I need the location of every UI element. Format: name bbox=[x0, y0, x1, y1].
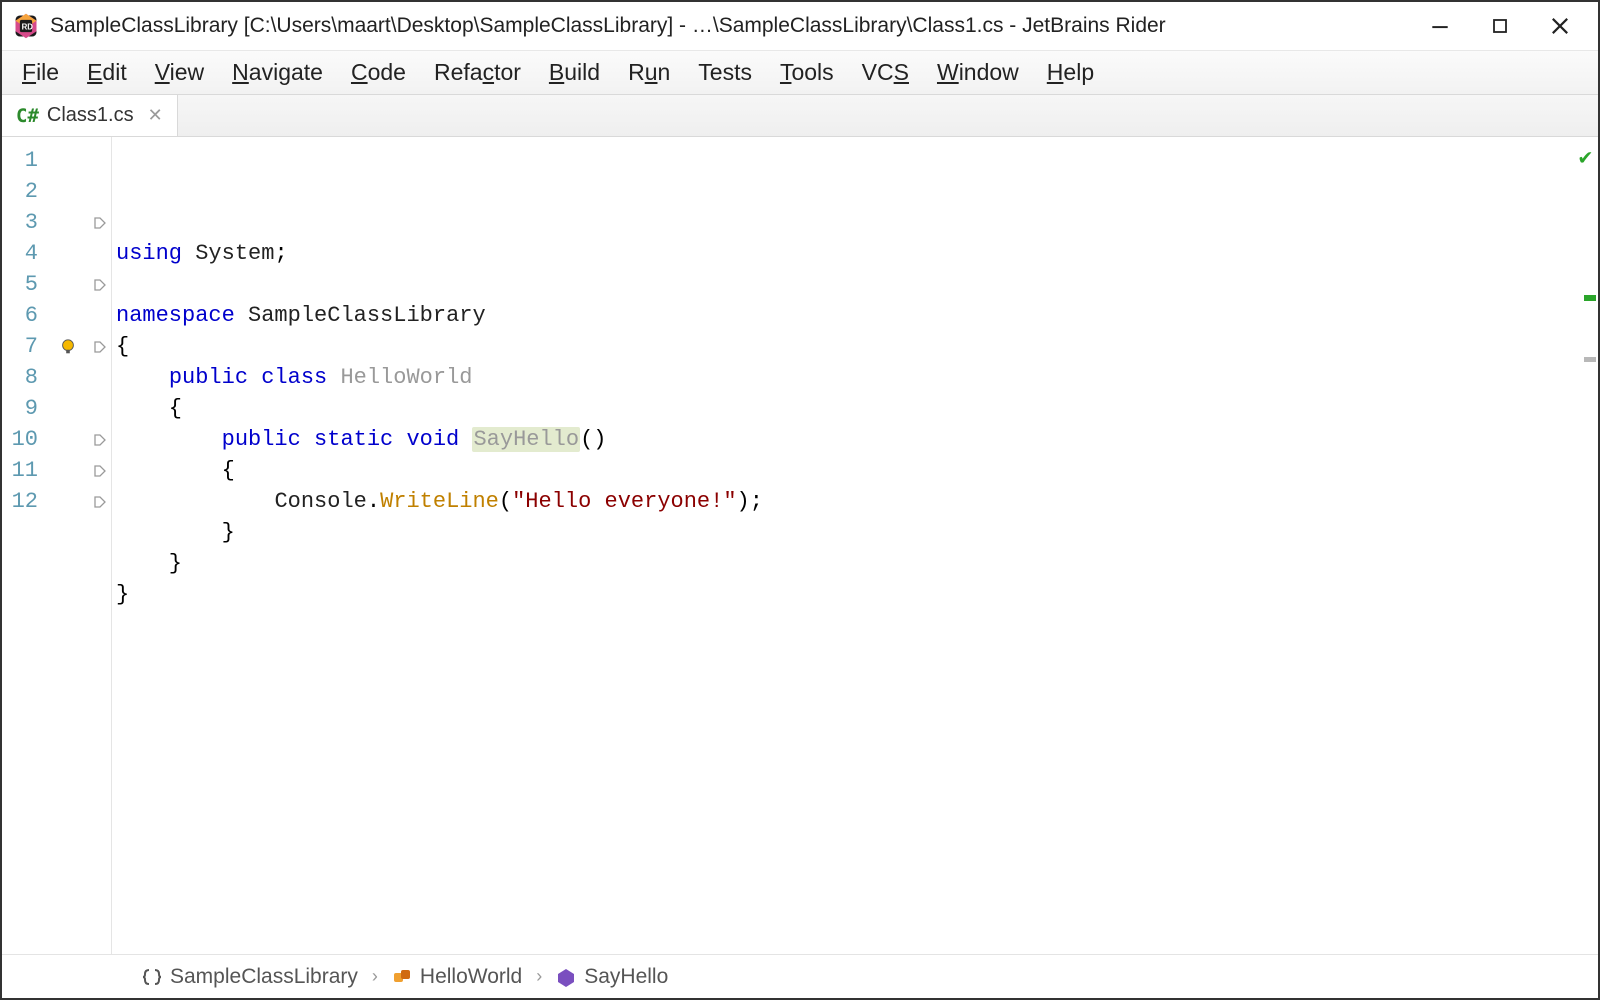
marker-slot bbox=[48, 176, 88, 207]
line-number: 3 bbox=[2, 207, 38, 238]
fold-toggle[interactable] bbox=[88, 455, 111, 486]
code-line[interactable]: } bbox=[116, 517, 1570, 548]
menu-code[interactable]: Code bbox=[337, 53, 420, 92]
breadcrumb-namespace[interactable]: SampleClassLibrary bbox=[142, 965, 358, 989]
menu-tests[interactable]: Tests bbox=[684, 53, 766, 92]
svg-text:RD: RD bbox=[22, 23, 34, 32]
fold-gutter bbox=[88, 137, 112, 954]
code-line[interactable]: { bbox=[116, 393, 1570, 424]
method-icon bbox=[556, 967, 576, 987]
code-line[interactable]: { bbox=[116, 455, 1570, 486]
line-number: 1 bbox=[2, 145, 38, 176]
tab-close-button[interactable]: ✕ bbox=[148, 105, 163, 126]
stripe-mark-change[interactable] bbox=[1584, 295, 1596, 301]
breadcrumb-label: HelloWorld bbox=[420, 965, 522, 989]
breadcrumb-label: SampleClassLibrary bbox=[170, 965, 358, 989]
line-number: 2 bbox=[2, 176, 38, 207]
class-icon bbox=[392, 967, 412, 987]
marker-slot bbox=[48, 362, 88, 393]
marker-slot bbox=[48, 300, 88, 331]
menu-vcs[interactable]: VCS bbox=[848, 53, 923, 92]
code-line[interactable]: Console.WriteLine("Hello everyone!"); bbox=[116, 486, 1570, 517]
analysis-stripe[interactable]: ✔ bbox=[1570, 137, 1598, 954]
breadcrumb-class[interactable]: HelloWorld bbox=[392, 965, 522, 989]
line-number: 11 bbox=[2, 455, 38, 486]
code-line[interactable]: public static void SayHello() bbox=[116, 424, 1570, 455]
code-area[interactable]: using System; namespace SampleClassLibrar… bbox=[112, 137, 1570, 954]
fold-toggle[interactable] bbox=[88, 331, 111, 362]
fold-toggle[interactable] bbox=[88, 269, 111, 300]
braces-icon bbox=[142, 967, 162, 987]
menubar: FileEditViewNavigateCodeRefactorBuildRun… bbox=[2, 50, 1598, 95]
titlebar: RD SampleClassLibrary [C:\Users\maart\De… bbox=[2, 2, 1598, 50]
menu-view[interactable]: View bbox=[141, 53, 218, 92]
code-line[interactable]: using System; bbox=[116, 238, 1570, 269]
line-number-gutter: 123456789101112 bbox=[2, 137, 48, 954]
code-line[interactable]: { bbox=[116, 331, 1570, 362]
tab-class1[interactable]: C# Class1.cs ✕ bbox=[2, 95, 178, 136]
marker-slot bbox=[48, 393, 88, 424]
menu-build[interactable]: Build bbox=[535, 53, 614, 92]
code-line[interactable] bbox=[116, 269, 1570, 300]
line-number: 10 bbox=[2, 424, 38, 455]
inspection-ok-icon: ✔ bbox=[1579, 143, 1592, 174]
marker-slot bbox=[48, 238, 88, 269]
marker-gutter bbox=[48, 137, 88, 954]
marker-slot bbox=[48, 486, 88, 517]
menu-tools[interactable]: Tools bbox=[766, 53, 848, 92]
window-minimize-button[interactable] bbox=[1424, 10, 1456, 42]
code-line[interactable]: public class HelloWorld bbox=[116, 362, 1570, 393]
fold-slot bbox=[88, 176, 111, 207]
menu-window[interactable]: Window bbox=[923, 53, 1033, 92]
fold-slot bbox=[88, 362, 111, 393]
fold-slot bbox=[88, 300, 111, 331]
line-number: 9 bbox=[2, 393, 38, 424]
marker-slot bbox=[48, 455, 88, 486]
marker-slot bbox=[48, 424, 88, 455]
tab-label: Class1.cs bbox=[47, 104, 134, 127]
fold-toggle[interactable] bbox=[88, 424, 111, 455]
editor-tabstrip: C# Class1.cs ✕ bbox=[2, 95, 1598, 137]
breadcrumb-method[interactable]: SayHello bbox=[556, 965, 668, 989]
fold-toggle[interactable] bbox=[88, 486, 111, 517]
code-editor[interactable]: 123456789101112 using System;namespace S… bbox=[2, 137, 1598, 954]
window-maximize-button[interactable] bbox=[1484, 10, 1516, 42]
breadcrumb-label: SayHello bbox=[584, 965, 668, 989]
menu-edit[interactable]: Edit bbox=[73, 53, 141, 92]
line-number: 5 bbox=[2, 269, 38, 300]
marker-slot bbox=[48, 269, 88, 300]
csharp-file-icon: C# bbox=[16, 105, 39, 127]
line-number: 6 bbox=[2, 300, 38, 331]
menu-file[interactable]: File bbox=[8, 53, 73, 92]
fold-slot bbox=[88, 145, 111, 176]
stripe-mark-info[interactable] bbox=[1584, 357, 1596, 362]
line-number: 7 bbox=[2, 331, 38, 362]
menu-help[interactable]: Help bbox=[1033, 53, 1108, 92]
marker-slot bbox=[48, 145, 88, 176]
menu-refactor[interactable]: Refactor bbox=[420, 53, 535, 92]
line-number: 12 bbox=[2, 486, 38, 517]
code-line[interactable]: } bbox=[116, 579, 1570, 610]
breadcrumb-bar: SampleClassLibrary › HelloWorld › SayHel… bbox=[2, 954, 1598, 998]
window-close-button[interactable] bbox=[1544, 10, 1576, 42]
code-line[interactable]: } bbox=[116, 548, 1570, 579]
fold-slot bbox=[88, 393, 111, 424]
fold-toggle[interactable] bbox=[88, 207, 111, 238]
marker-slot bbox=[48, 207, 88, 238]
menu-navigate[interactable]: Navigate bbox=[218, 53, 337, 92]
line-number: 8 bbox=[2, 362, 38, 393]
window-title: SampleClassLibrary [C:\Users\maart\Deskt… bbox=[50, 14, 1394, 38]
line-number: 4 bbox=[2, 238, 38, 269]
breadcrumb-separator-icon: › bbox=[536, 966, 542, 987]
menu-run[interactable]: Run bbox=[614, 53, 684, 92]
code-line[interactable]: namespace SampleClassLibrary bbox=[116, 300, 1570, 331]
breadcrumb-separator-icon: › bbox=[372, 966, 378, 987]
rider-app-icon: RD bbox=[12, 12, 40, 40]
fold-slot bbox=[88, 238, 111, 269]
lightbulb-icon[interactable] bbox=[48, 331, 88, 362]
